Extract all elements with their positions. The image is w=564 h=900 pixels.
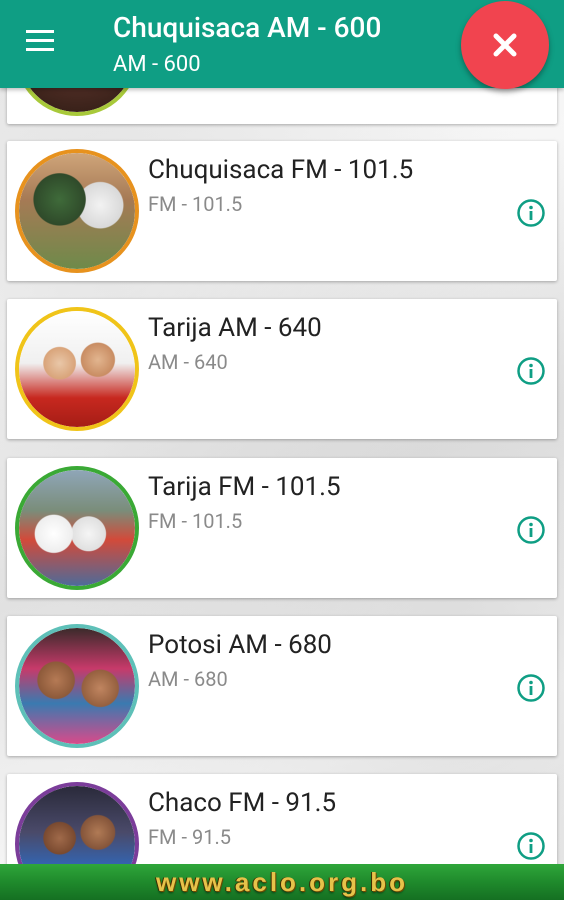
close-button[interactable] (461, 1, 549, 89)
info-icon[interactable] (516, 356, 546, 386)
hamburger-menu-icon[interactable] (26, 30, 58, 56)
station-name: Tarija FM - 101.5 (148, 472, 341, 502)
close-icon (493, 33, 517, 57)
website-banner[interactable]: www.aclo.org.bo (0, 864, 564, 900)
station-list: Chuquisaca FM - 101.5 FM - 101.5 Tarija … (0, 0, 564, 900)
station-avatar (15, 624, 139, 748)
now-playing-title: Chuquisaca AM - 600 (113, 11, 382, 44)
station-name: Tarija AM - 640 (148, 313, 322, 343)
station-frequency: FM - 101.5 (148, 192, 243, 216)
station-frequency: FM - 101.5 (148, 509, 243, 533)
station-card[interactable]: Chuquisaca FM - 101.5 FM - 101.5 (7, 141, 557, 281)
station-card[interactable]: Tarija FM - 101.5 FM - 101.5 (7, 458, 557, 598)
station-name: Potosi AM - 680 (148, 630, 332, 660)
station-card[interactable]: Potosi AM - 680 AM - 680 (7, 616, 557, 756)
info-icon[interactable] (516, 198, 546, 228)
station-name: Chaco FM - 91.5 (148, 788, 337, 818)
info-icon[interactable] (516, 515, 546, 545)
station-avatar (15, 307, 139, 431)
station-name: Chuquisaca FM - 101.5 (148, 155, 414, 185)
station-avatar (15, 149, 139, 273)
station-frequency: AM - 640 (148, 350, 228, 374)
now-playing-subtitle: AM - 600 (113, 52, 201, 77)
station-frequency: FM - 91.5 (148, 825, 231, 849)
info-icon[interactable] (516, 673, 546, 703)
station-card[interactable]: Tarija AM - 640 AM - 640 (7, 299, 557, 439)
info-icon[interactable] (516, 831, 546, 861)
website-url: www.aclo.org.bo (155, 866, 409, 897)
station-frequency: AM - 680 (148, 667, 228, 691)
station-avatar (15, 466, 139, 590)
